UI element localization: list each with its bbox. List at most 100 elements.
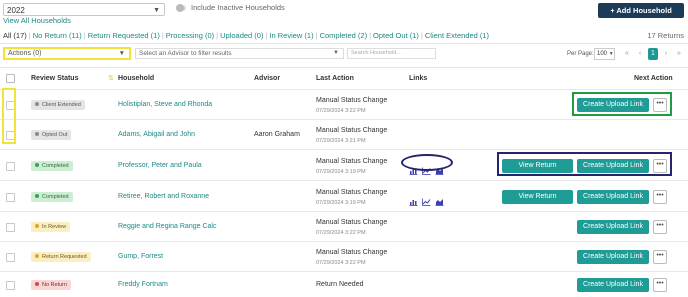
more-options-button[interactable]: ••• — [653, 250, 667, 264]
last-action-date: 07/29/2024 3:22 PM — [316, 260, 366, 266]
filter-tab[interactable]: Uploaded (0) — [220, 31, 263, 40]
advisor-name: Aaron Graham — [254, 131, 300, 138]
filter-tab[interactable]: In Review (1) — [269, 31, 313, 40]
chevron-down-icon: ▼ — [118, 50, 125, 57]
sort-arrows-icon[interactable]: ⇅ — [108, 74, 114, 83]
status-filter-tabs: All (17) | No Return (11) | Return Requested… — [3, 31, 489, 41]
actions-label: Actions (0) — [8, 50, 42, 57]
status-dot-icon — [35, 162, 39, 167]
status-badge: No Return — [31, 280, 72, 290]
create-upload-link-button[interactable]: Create Upload Link — [577, 278, 649, 292]
divider — [0, 67, 688, 68]
prev-page-button[interactable]: ‹ — [635, 48, 645, 60]
include-inactive-label: Include Inactive Households — [191, 3, 285, 12]
header-review-status[interactable]: Review Status — [31, 74, 78, 83]
last-action-text: Manual Status Change — [316, 189, 388, 196]
filter-tab[interactable]: Processing (0) — [166, 31, 214, 40]
status-badge: Client Extended — [31, 100, 85, 110]
filter-tab[interactable]: All (17) — [3, 31, 27, 40]
table-row: Opted Out Adams, Abigail and John Aaron Gr… — [0, 119, 688, 150]
more-options-button[interactable]: ••• — [653, 278, 667, 292]
filter-separator: | — [161, 31, 164, 40]
yellow-highlight-box — [2, 88, 16, 144]
last-action-text: Manual Status Change — [316, 249, 388, 256]
filter-tab[interactable]: Opted Out (1) — [373, 31, 419, 40]
divider — [0, 43, 688, 44]
area-chart-icon[interactable] — [435, 193, 448, 211]
filter-separator: | — [420, 31, 423, 40]
filter-tab[interactable]: Completed (2) — [320, 31, 368, 40]
more-options-button[interactable]: ••• — [653, 220, 667, 234]
status-dot-icon — [35, 101, 39, 106]
last-action-text: Return Needed — [316, 281, 364, 288]
create-upload-link-button[interactable]: Create Upload Link — [577, 190, 649, 204]
household-link[interactable]: Retiree, Robert and Roxanne — [118, 192, 209, 202]
last-action-text: Manual Status Change — [316, 158, 388, 165]
header-advisor[interactable]: Advisor — [254, 74, 280, 83]
year-select[interactable]: 2022 ▼ — [3, 3, 165, 16]
filter-tab[interactable]: No Return (11) — [33, 31, 82, 40]
filter-separator: | — [83, 31, 86, 40]
status-dot-icon — [35, 253, 39, 258]
actions-select[interactable]: Actions (0) ▼ — [3, 47, 131, 60]
status-badge: In Review — [31, 222, 71, 232]
bar-chart-icon[interactable] — [409, 193, 422, 211]
more-options-button[interactable]: ••• — [653, 190, 667, 204]
navy-highlight-box — [497, 152, 672, 176]
row-checkbox[interactable] — [6, 162, 15, 171]
status-badge-label: Completed — [42, 163, 69, 169]
filter-tab[interactable]: Return Requested (1) — [88, 31, 160, 40]
status-badge: Opted Out — [31, 130, 72, 140]
household-link[interactable]: Gump, Forrest — [118, 252, 163, 262]
navy-oval-highlight — [401, 154, 453, 171]
household-link[interactable]: Holistiplan, Steve and Rhonda — [118, 100, 212, 110]
row-checkbox[interactable] — [6, 281, 15, 290]
last-action-date: 07/29/2024 3:19 PM — [316, 200, 366, 206]
search-placeholder: Search Household... — [351, 50, 401, 56]
row-checkbox[interactable] — [6, 253, 15, 262]
line-chart-icon[interactable] — [422, 193, 435, 211]
status-badge-label: Client Extended — [42, 102, 81, 108]
row-checkbox[interactable] — [6, 193, 15, 202]
chevron-down-icon: ▼ — [608, 51, 614, 57]
filter-separator: | — [216, 31, 219, 40]
header-last-action[interactable]: Last Action — [316, 74, 354, 83]
last-action-text: Manual Status Change — [316, 219, 388, 226]
first-page-button[interactable]: « — [622, 48, 632, 60]
status-badge: Return Requested — [31, 252, 91, 262]
toggle-knob — [176, 4, 184, 12]
view-return-button[interactable]: View Return — [502, 190, 573, 204]
last-action-date: 07/29/2024 3:21 PM — [316, 138, 366, 144]
filter-separator: | — [265, 31, 268, 40]
next-page-button[interactable]: › — [661, 48, 671, 60]
create-upload-link-button[interactable]: Create Upload Link — [577, 220, 649, 234]
per-page-select[interactable]: 100 ▼ — [594, 48, 615, 60]
last-page-button[interactable]: » — [674, 48, 684, 60]
advisor-filter-select[interactable]: Select an Advisor to filter results ▼ — [135, 48, 344, 59]
row-checkbox[interactable] — [6, 223, 15, 232]
last-action-text: Manual Status Change — [316, 97, 388, 104]
add-household-button[interactable]: + Add Household — [598, 3, 684, 18]
status-dot-icon — [35, 131, 39, 136]
table-row: No Return Freddy Fortnam Return Needed Crea… — [0, 271, 688, 297]
household-link[interactable]: Freddy Fortnam — [118, 280, 168, 290]
table-row: Completed Retiree, Robert and Roxanne Manu… — [0, 180, 688, 212]
status-dot-icon — [35, 223, 39, 228]
status-badge-label: No Return — [42, 282, 68, 288]
household-link[interactable]: Professor, Peter and Paula — [118, 161, 202, 171]
header-next-action: Next Action — [634, 75, 673, 82]
page-1-button[interactable]: 1 — [648, 48, 658, 60]
search-input[interactable]: Search Household... — [347, 48, 436, 59]
header-household[interactable]: Household — [118, 74, 154, 83]
create-upload-link-button[interactable]: Create Upload Link — [577, 250, 649, 264]
household-link[interactable]: Adams, Abigail and John — [118, 130, 195, 140]
last-action-date: 07/29/2024 3:22 PM — [316, 108, 366, 114]
view-all-households-link[interactable]: View All Households — [3, 16, 71, 26]
status-dot-icon — [35, 281, 39, 286]
select-all-checkbox[interactable] — [6, 74, 15, 83]
include-inactive-toggle[interactable] — [176, 4, 186, 12]
household-link[interactable]: Reggie and Regina Range Calc — [118, 222, 216, 232]
green-highlight-box — [572, 92, 672, 116]
filter-tab[interactable]: Client Extended (1) — [425, 31, 489, 40]
header-links: Links — [409, 75, 428, 82]
